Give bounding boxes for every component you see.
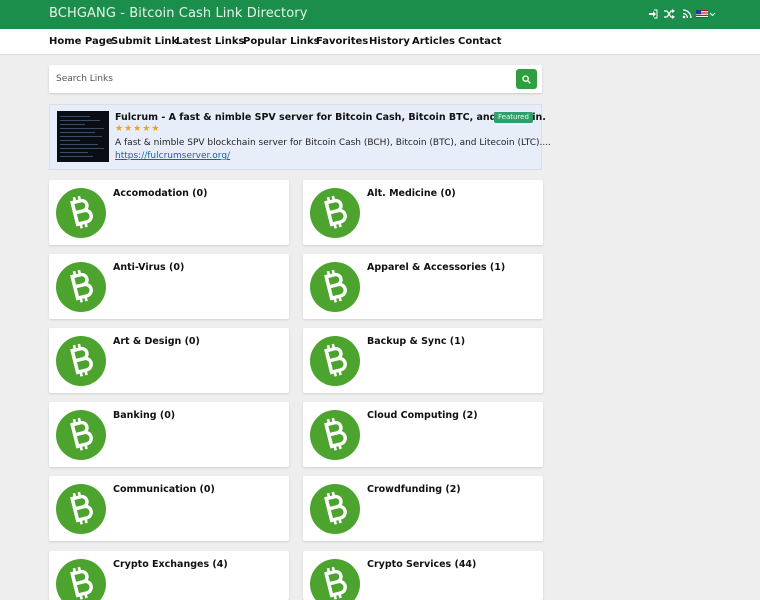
star-icon: ★ [151,124,160,134]
category-card[interactable]: Accomodation (0) [49,180,289,245]
category-name[interactable]: Backup & Sync (1) [367,336,465,347]
featured-title[interactable]: Fulcrum - A fast & nimble SPV server for… [115,112,546,123]
featured-url[interactable]: https://fulcrumserver.org/ [115,151,230,161]
site-brand[interactable]: BCHGANG - Bitcoin Cash Link Directory [49,6,308,21]
category-card[interactable]: Apparel & Accessories (1) [303,254,543,319]
featured-thumbnail[interactable] [57,111,109,162]
category-card[interactable]: Art & Design (0) [49,328,289,393]
category-name[interactable]: Crypto Services (44) [367,559,476,570]
star-icon: ★ [115,124,124,134]
star-icon: ★ [133,124,142,134]
category-name[interactable]: Anti-Virus (0) [113,262,184,273]
featured-listing: Fulcrum - A fast & nimble SPV server for… [49,104,551,170]
category-name[interactable]: Banking (0) [113,410,175,421]
category-name[interactable]: Alt. Medicine (0) [367,188,456,199]
nav-articles[interactable]: Articles [412,36,455,47]
category-card[interactable]: Banking (0) [49,402,289,467]
nav-home[interactable]: Home Page [49,36,113,47]
category-card[interactable]: Alt. Medicine (0) [303,180,543,245]
bitcoin-cash-logo-icon [55,409,107,461]
category-name[interactable]: Crowdfunding (2) [367,484,461,495]
bitcoin-cash-logo-icon [55,187,107,239]
bitcoin-cash-logo-icon [309,409,361,461]
random-icon[interactable] [661,8,678,20]
category-name[interactable]: Apparel & Accessories (1) [367,262,505,273]
bitcoin-cash-logo-icon [55,558,107,600]
featured-description: A fast & nimble SPV blockchain server fo… [115,138,551,148]
bitcoin-cash-logo-icon [309,335,361,387]
nav-favorites[interactable]: Favorites [316,36,368,47]
category-name[interactable]: Cloud Computing (2) [367,410,478,421]
category-card[interactable]: Crypto Exchanges (4) [49,551,289,600]
rating-stars: ★ ★ ★ ★ ★ [115,125,159,134]
category-name[interactable]: Communication (0) [113,484,215,495]
main-nav: Home Page Submit Link Latest Links Popul… [0,29,760,55]
category-name[interactable]: Crypto Exchanges (4) [113,559,228,570]
search-button[interactable] [516,69,537,89]
category-card[interactable]: Communication (0) [49,476,289,541]
nav-latest-links[interactable]: Latest Links [176,36,244,47]
top-bar: BCHGANG - Bitcoin Cash Link Directory [0,0,760,29]
category-name[interactable]: Accomodation (0) [113,188,207,199]
nav-contact[interactable]: Contact [458,36,502,47]
login-icon[interactable] [644,8,661,20]
category-card[interactable]: Cloud Computing (2) [303,402,543,467]
top-icons [644,8,717,20]
star-icon: ★ [124,124,133,134]
featured-badge: Featured [494,112,533,123]
nav-history[interactable]: History [369,36,410,47]
nav-popular-links[interactable]: Popular Links [243,36,320,47]
search-icon [522,74,531,84]
category-card[interactable]: Crowdfunding (2) [303,476,543,541]
nav-submit-link[interactable]: Submit Link [111,36,178,47]
bitcoin-cash-logo-icon [309,483,361,535]
rss-icon[interactable] [678,8,695,20]
star-icon: ★ [142,124,151,134]
us-flag-icon[interactable] [695,8,717,20]
category-card[interactable]: Backup & Sync (1) [303,328,543,393]
bitcoin-cash-logo-icon [309,261,361,313]
category-name[interactable]: Art & Design (0) [113,336,200,347]
category-card[interactable]: Anti-Virus (0) [49,254,289,319]
search-input[interactable] [49,65,509,93]
bitcoin-cash-logo-icon [309,187,361,239]
category-card[interactable]: Crypto Services (44) [303,551,543,600]
bitcoin-cash-logo-icon [55,261,107,313]
bitcoin-cash-logo-icon [309,558,361,600]
search-box [49,65,542,93]
bitcoin-cash-logo-icon [55,483,107,535]
bitcoin-cash-logo-icon [55,335,107,387]
